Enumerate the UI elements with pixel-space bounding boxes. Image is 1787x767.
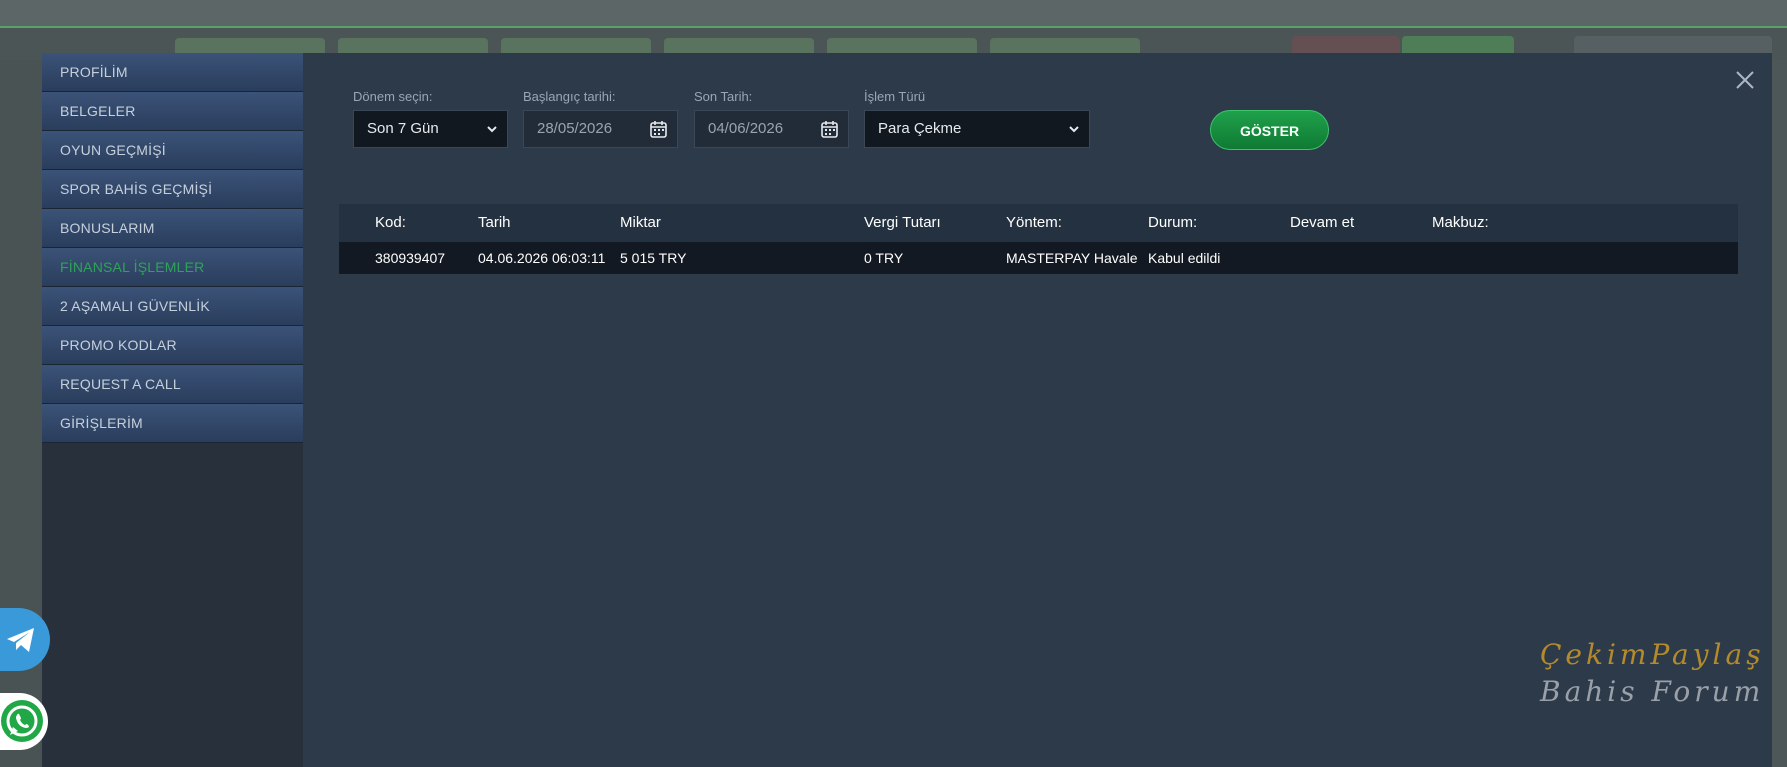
column-header-code: Kod: — [375, 214, 406, 231]
menu-item-promo-codes[interactable]: PROMO KODLAR — [42, 326, 303, 365]
menu-item-logins[interactable]: GİRİŞLERİM — [42, 404, 303, 443]
column-header-continue: Devam et — [1290, 214, 1355, 231]
transactions-table: Kod: Tarih Miktar Vergi Tutarı Yöntem: D… — [339, 204, 1738, 274]
account-modal: PROFİLİM BELGELER OYUN GEÇMİŞİ SPOR BAHİ… — [42, 53, 1772, 767]
watermark-line-2: Bahis Forum — [1540, 675, 1765, 708]
column-header-tax: Vergi Tutarı — [864, 214, 941, 231]
calendar-icon[interactable] — [649, 119, 669, 139]
column-header-method: Yöntem: — [1006, 214, 1062, 231]
chevron-down-icon — [1069, 126, 1079, 133]
start-date-input[interactable]: 28/05/2026 — [523, 110, 678, 148]
period-select[interactable]: Son 7 Gün — [353, 110, 508, 148]
chevron-down-icon — [487, 126, 497, 133]
transaction-type-label: İşlem Türü — [864, 89, 926, 104]
menu-item-request-a-call[interactable]: REQUEST A CALL — [42, 365, 303, 404]
whatsapp-icon — [1, 700, 43, 742]
show-button[interactable]: GÖSTER — [1210, 110, 1329, 150]
menu-item-financial-transactions[interactable]: FİNANSAL İŞLEMLER — [42, 248, 303, 287]
period-select-value: Son 7 Gün — [367, 120, 439, 137]
cell-status: Kabul edildi — [1148, 250, 1221, 266]
end-date-label: Son Tarih: — [694, 89, 753, 104]
cell-amount: 5 015 TRY — [620, 250, 687, 266]
watermark-line-1: ÇekimPaylaş — [1540, 638, 1765, 671]
background-topbar — [0, 0, 1787, 28]
menu-item-game-history[interactable]: OYUN GEÇMİŞİ — [42, 131, 303, 170]
period-label: Dönem seçin: — [353, 89, 433, 104]
close-icon[interactable] — [1732, 67, 1758, 93]
menu-item-bonuses[interactable]: BONUSLARIM — [42, 209, 303, 248]
cell-tax: 0 TRY — [864, 250, 904, 266]
column-header-receipt: Makbuz: — [1432, 214, 1489, 231]
menu-item-documents[interactable]: BELGELER — [42, 92, 303, 131]
end-date-value: 04/06/2026 — [708, 120, 784, 137]
transaction-type-value: Para Çekme — [878, 120, 962, 137]
cell-date: 04.06.2026 06:03:11 — [478, 250, 606, 266]
end-date-input[interactable]: 04/06/2026 — [694, 110, 849, 148]
menu-item-profile[interactable]: PROFİLİM — [42, 53, 303, 92]
cell-code: 380939407 — [375, 250, 446, 266]
table-row: 380939407 04.06.2026 06:03:11 5 015 TRY … — [339, 242, 1738, 274]
menu-item-sports-bet-history[interactable]: SPOR BAHİS GEÇMİŞİ — [42, 170, 303, 209]
column-header-status: Durum: — [1148, 214, 1198, 231]
transaction-type-select[interactable]: Para Çekme — [864, 110, 1090, 148]
table-header: Kod: Tarih Miktar Vergi Tutarı Yöntem: D… — [339, 204, 1738, 242]
column-header-date: Tarih — [478, 214, 511, 231]
cell-method: MASTERPAY Havale — [1006, 250, 1138, 266]
account-sidebar: PROFİLİM BELGELER OYUN GEÇMİŞİ SPOR BAHİ… — [42, 53, 303, 767]
watermark: ÇekimPaylaş Bahis Forum — [1540, 638, 1787, 718]
calendar-icon[interactable] — [820, 119, 840, 139]
column-header-amount: Miktar — [620, 214, 661, 231]
start-date-label: Başlangıç tarihi: — [523, 89, 616, 104]
start-date-value: 28/05/2026 — [537, 120, 613, 137]
telegram-icon — [7, 628, 34, 652]
menu-item-two-factor-security[interactable]: 2 AŞAMALI GÜVENLİK — [42, 287, 303, 326]
whatsapp-button[interactable] — [0, 693, 48, 750]
